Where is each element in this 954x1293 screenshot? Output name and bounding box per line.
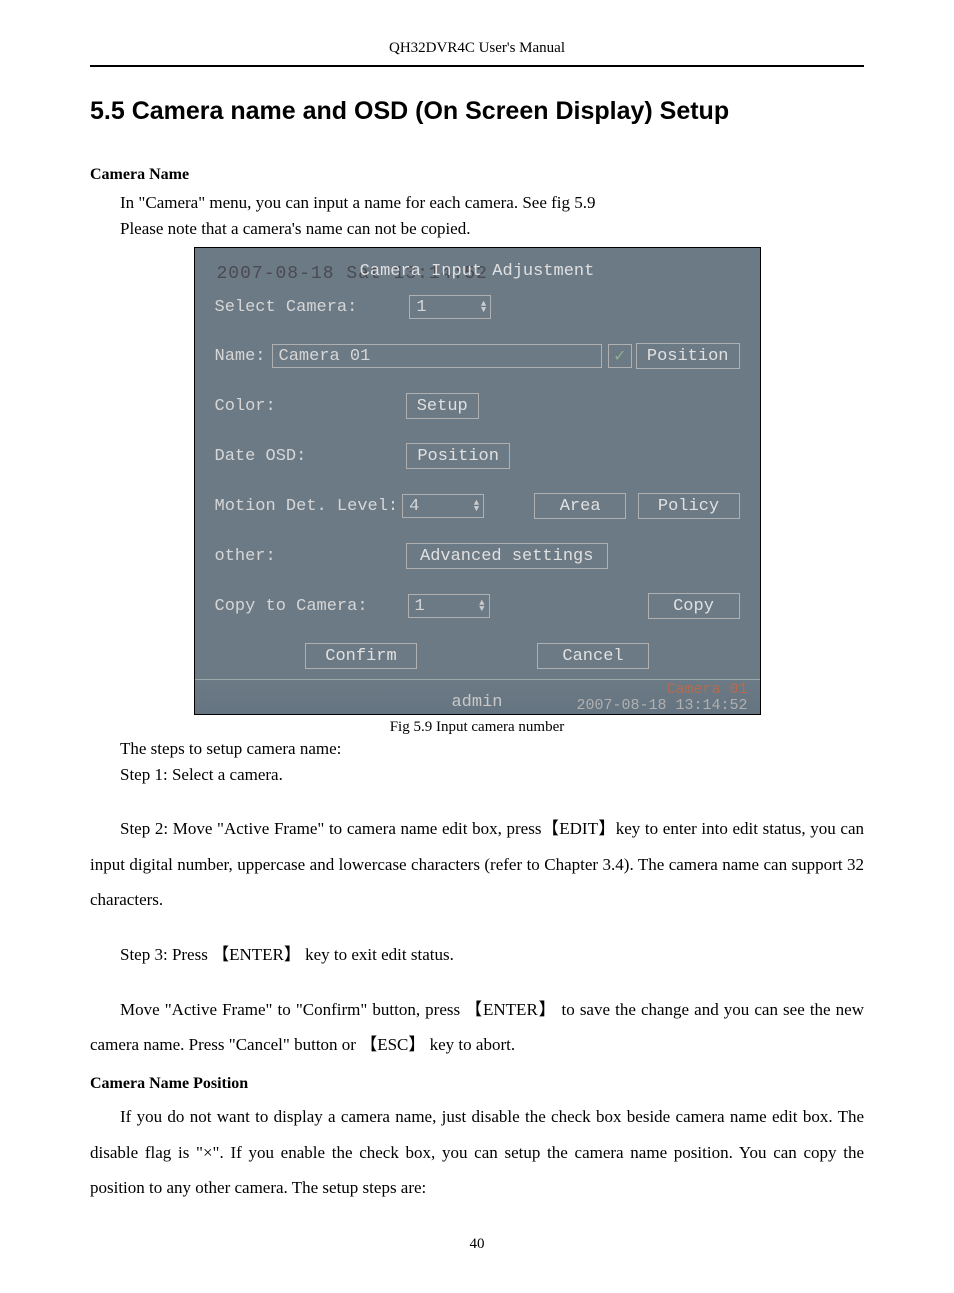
name-display-checkbox[interactable]: ✓ — [608, 344, 632, 368]
figure-dvr-screenshot: 2007-08-18 Sat 13:14:52 Camera Input Adj… — [194, 247, 761, 715]
spinner-arrows-icon: ▲▼ — [479, 600, 484, 612]
section-title: 5.5 Camera name and OSD (On Screen Displ… — [90, 97, 864, 126]
paragraph: Move "Active Frame" to "Confirm" button,… — [90, 992, 864, 1063]
spinner-arrows-icon: ▲▼ — [481, 301, 486, 313]
subheading-camera-name-position: Camera Name Position — [90, 1075, 864, 1093]
select-camera-label: Select Camera: — [215, 298, 358, 317]
paragraph: If you do not want to display a camera n… — [90, 1099, 864, 1206]
copy-button[interactable]: Copy — [648, 593, 740, 619]
paragraph: In "Camera" menu, you can input a name f… — [90, 190, 864, 216]
area-button[interactable]: Area — [534, 493, 626, 519]
color-label: Color: — [215, 397, 276, 416]
policy-button[interactable]: Policy — [638, 493, 740, 519]
paragraph: Please note that a camera's name can not… — [90, 216, 864, 242]
page-number: 40 — [90, 1236, 864, 1253]
name-position-button[interactable]: Position — [636, 343, 740, 369]
paragraph: Step 2: Move "Active Frame" to camera na… — [90, 811, 864, 918]
header-rule — [90, 65, 864, 67]
copy-to-camera-label: Copy to Camera: — [215, 597, 368, 616]
figure-caption: Fig 5.9 Input camera number — [90, 719, 864, 736]
spinner-arrows-icon: ▲▼ — [474, 500, 479, 512]
date-osd-label: Date OSD: — [215, 447, 307, 466]
paragraph: The steps to setup camera name: — [90, 736, 864, 762]
dialog-title: Camera Input Adjustment — [215, 262, 740, 281]
running-header: QH32DVR4C User's Manual — [90, 40, 864, 57]
advanced-settings-button[interactable]: Advanced settings — [406, 543, 608, 569]
copy-to-camera-spinner[interactable]: 1 ▲▼ — [408, 594, 490, 618]
camera-name-input[interactable]: Camera 01 — [272, 344, 602, 368]
motion-level-label: Motion Det. Level: — [215, 497, 399, 516]
cancel-button[interactable]: Cancel — [537, 643, 649, 669]
status-user: admin — [451, 693, 502, 712]
status-camera-name: Camera 01 — [576, 682, 747, 698]
paragraph: Step 1: Select a camera. — [90, 762, 864, 788]
other-label: other: — [215, 547, 276, 566]
status-timestamp: 2007-08-18 13:14:52 — [576, 698, 747, 714]
name-label: Name: — [215, 347, 266, 366]
confirm-button[interactable]: Confirm — [305, 643, 417, 669]
subheading-camera-name: Camera Name — [90, 166, 864, 184]
date-osd-position-button[interactable]: Position — [406, 443, 510, 469]
copy-to-camera-value: 1 — [415, 597, 425, 616]
motion-level-value: 4 — [409, 497, 419, 516]
paragraph: Step 3: Press 【ENTER】 key to exit edit s… — [90, 942, 864, 968]
motion-level-spinner[interactable]: 4 ▲▼ — [402, 494, 484, 518]
camera-name-value: Camera 01 — [279, 347, 371, 366]
status-bar: admin Camera 01 2007-08-18 13:14:52 — [195, 679, 760, 714]
select-camera-value: 1 — [416, 298, 426, 317]
color-setup-button[interactable]: Setup — [406, 393, 479, 419]
select-camera-spinner[interactable]: 1 ▲▼ — [409, 295, 491, 319]
